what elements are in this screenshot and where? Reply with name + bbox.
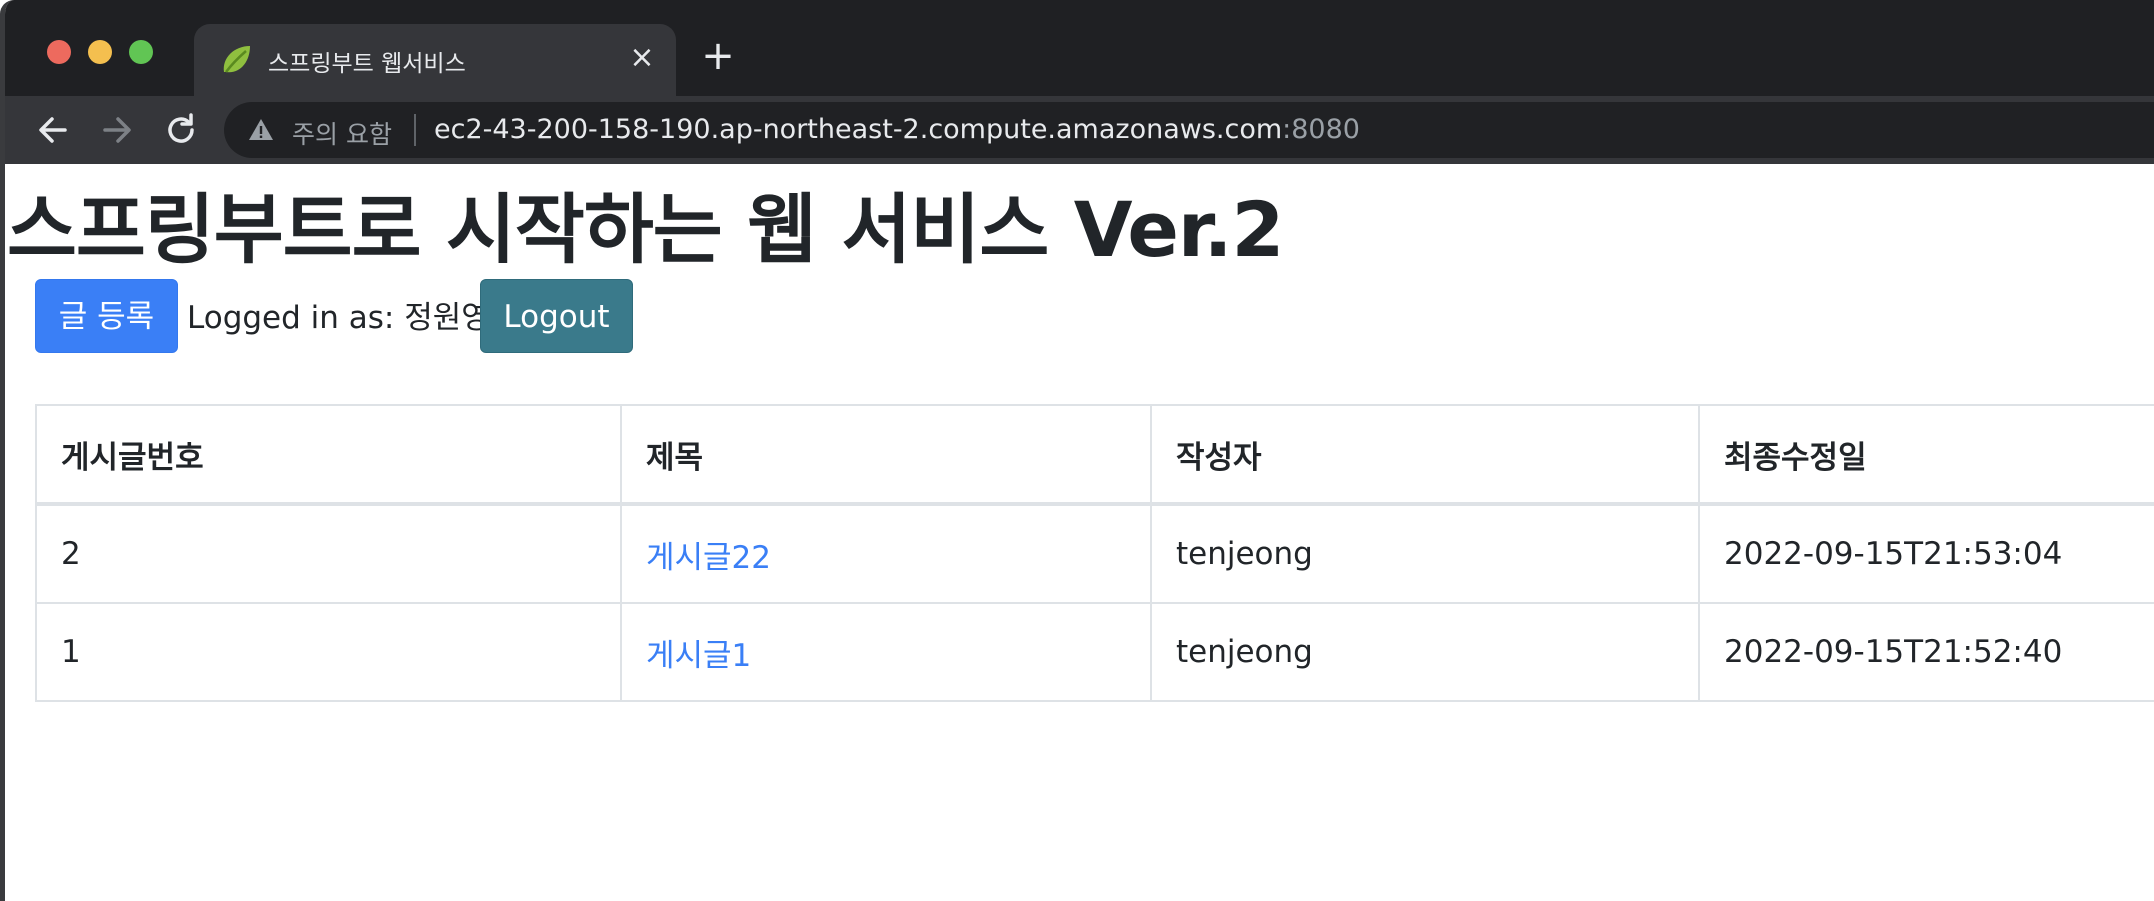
spring-leaf-icon xyxy=(218,42,254,78)
back-arrow-icon[interactable] xyxy=(33,110,73,150)
post-title-cell: 게시글22 xyxy=(620,503,1152,604)
post-modified-cell: 2022-09-15T21:52:40 xyxy=(1698,602,2154,702)
header-modified-date: 최종수정일 xyxy=(1698,404,2154,506)
page-title: 스프링부트로 시작하는 웹 서비스 Ver.2 xyxy=(7,185,1284,274)
header-post-number: 게시글번호 xyxy=(35,404,622,506)
browser-window: 스프링부트 웹서비스 × + 주의 요함 ec2-43-200-158-190.… xyxy=(0,0,2154,901)
post-author-cell: tenjeong xyxy=(1150,503,1700,604)
security-status-label[interactable]: 주의 요함 xyxy=(292,115,392,151)
tab-title: 스프링부트 웹서비스 xyxy=(268,51,466,77)
url-host: ec2-43-200-158-190.ap-northeast-2.comput… xyxy=(434,114,1283,145)
zoom-window-button[interactable] xyxy=(129,40,153,64)
close-window-button[interactable] xyxy=(47,40,71,64)
post-author-cell: tenjeong xyxy=(1150,602,1700,702)
reload-icon[interactable] xyxy=(161,110,201,150)
post-title-link[interactable]: 게시글1 xyxy=(646,638,751,674)
forward-arrow-icon[interactable] xyxy=(97,110,137,150)
browser-toolbar: 주의 요함 ec2-43-200-158-190.ap-northeast-2.… xyxy=(5,96,2154,164)
address-bar[interactable]: 주의 요함 ec2-43-200-158-190.ap-northeast-2.… xyxy=(224,102,2154,158)
tab-close-icon[interactable]: × xyxy=(622,38,662,78)
header-author: 작성자 xyxy=(1150,404,1700,506)
table-row: 1 게시글1 tenjeong 2022-09-15T21:52:40 xyxy=(35,602,2154,702)
logged-in-user-text: Logged in as: 정원영 xyxy=(187,300,490,336)
posts-table-header: 게시글번호 제목 작성자 최종수정일 xyxy=(35,404,2154,506)
posts-table-body: 2 게시글22 tenjeong 2022-09-15T21:53:04 1 게… xyxy=(35,503,2154,702)
post-title-cell: 게시글1 xyxy=(620,602,1152,702)
browser-tab[interactable]: 스프링부트 웹서비스 × xyxy=(194,24,676,96)
tab-strip: 스프링부트 웹서비스 × + xyxy=(5,0,2154,96)
url-port: :8080 xyxy=(1282,114,1360,145)
header-row: 게시글번호 제목 작성자 최종수정일 xyxy=(35,404,2154,506)
post-id-cell: 1 xyxy=(35,602,622,702)
table-row: 2 게시글22 tenjeong 2022-09-15T21:53:04 xyxy=(35,503,2154,604)
url-text[interactable]: ec2-43-200-158-190.ap-northeast-2.comput… xyxy=(434,114,1360,145)
new-tab-plus-icon[interactable]: + xyxy=(698,36,738,76)
posts-table: 게시글번호 제목 작성자 최종수정일 2 게시글22 tenjeong 2022… xyxy=(35,404,2154,702)
header-title: 제목 xyxy=(620,404,1152,506)
post-modified-cell: 2022-09-15T21:53:04 xyxy=(1698,503,2154,604)
minimize-window-button[interactable] xyxy=(88,40,112,64)
page-content: 스프링부트로 시작하는 웹 서비스 Ver.2 글 등록 Logged in a… xyxy=(5,164,2154,901)
logout-button[interactable]: Logout xyxy=(480,279,633,353)
warning-icon[interactable] xyxy=(248,117,274,143)
new-post-button[interactable]: 글 등록 xyxy=(35,279,178,353)
post-id-cell: 2 xyxy=(35,503,622,604)
address-bar-divider xyxy=(414,114,416,146)
post-title-link[interactable]: 게시글22 xyxy=(646,540,771,576)
